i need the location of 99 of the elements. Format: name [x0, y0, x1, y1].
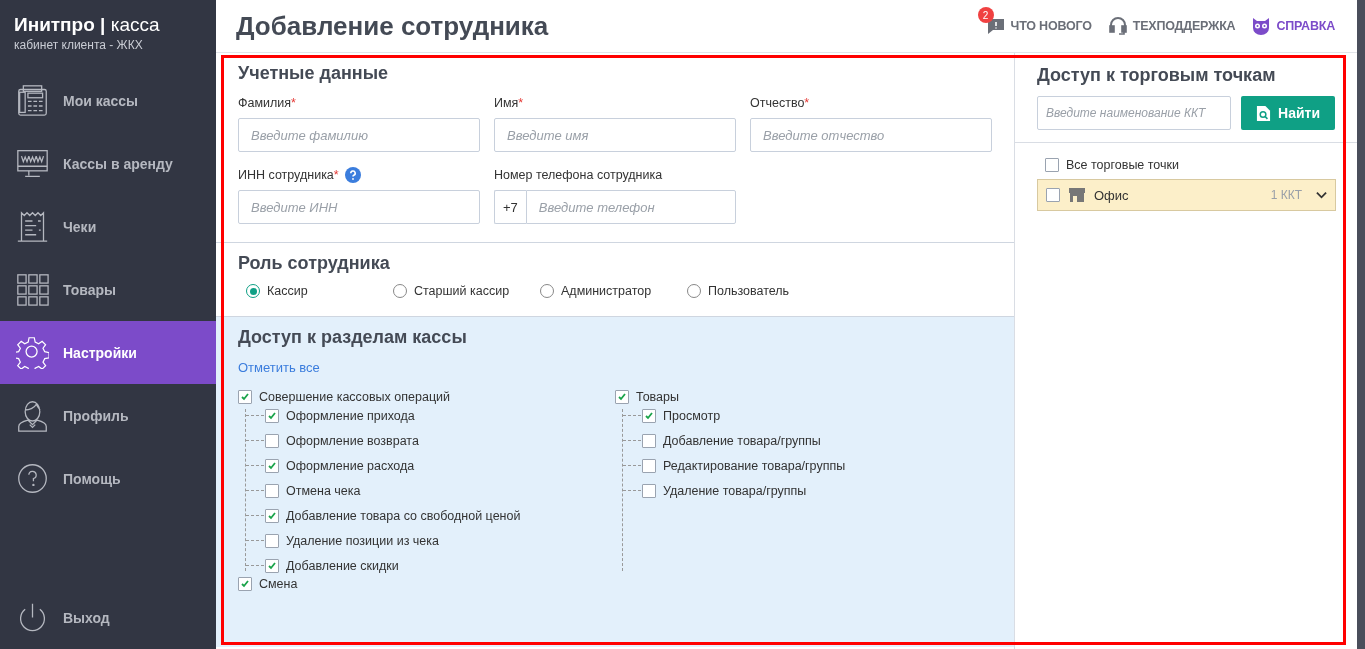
checkmark-icon: [617, 391, 627, 402]
radio-option[interactable]: Старший кассир: [393, 284, 540, 298]
store-count: 1 ККТ: [1270, 188, 1302, 202]
receipt-icon: [16, 210, 49, 243]
checkbox[interactable]: [642, 483, 656, 498]
page-title: Добавление сотрудника: [236, 10, 549, 42]
checkbox[interactable]: [1045, 158, 1059, 172]
checkbox-label: Добавление скидки: [286, 558, 399, 573]
checkbox[interactable]: [265, 508, 279, 523]
input-field[interactable]: Введите ИНН: [238, 190, 480, 224]
input-field[interactable]: Введите отчество: [750, 118, 992, 152]
radio-option[interactable]: Кассир: [246, 284, 393, 298]
checkbox[interactable]: [265, 433, 279, 448]
section-title: Доступ к разделам кассы: [238, 327, 468, 348]
help-icon: [16, 462, 49, 495]
checkbox[interactable]: [642, 433, 656, 448]
checkbox-label: Редактирование товара/группы: [663, 458, 846, 473]
telephone-icon: [16, 84, 49, 117]
checkmark-icon: [240, 391, 250, 402]
checkbox[interactable]: [265, 408, 279, 423]
checkbox-label: Удаление позиции из чека: [286, 533, 439, 548]
owl-icon: [1251, 16, 1272, 36]
field-label: Номер телефона сотрудника: [494, 168, 663, 182]
radio-label: Старший кассир: [414, 284, 510, 298]
nav-item[interactable]: Настройки: [0, 321, 216, 384]
checkbox[interactable]: [265, 483, 279, 498]
checkmark-icon: [644, 410, 654, 421]
field-label: ИНН сотрудника*: [238, 168, 339, 182]
notification-badge: 2: [977, 7, 994, 23]
store-row[interactable]: Офис 1 ККТ: [1037, 179, 1336, 211]
section-title: Роль сотрудника: [238, 253, 391, 274]
radio-button[interactable]: [687, 284, 701, 298]
select-all-link[interactable]: Отметить все: [238, 360, 320, 375]
store-name: Офис: [1094, 187, 1130, 203]
checkbox-label: Удаление товара/группы: [663, 483, 807, 498]
checkbox-label: Совершение кассовых операций: [259, 389, 450, 404]
monitor-icon: [16, 147, 49, 180]
input-field[interactable]: Введите телефон: [525, 190, 736, 224]
checkbox-label: Смена: [259, 576, 298, 591]
radio-label: Пользователь: [708, 284, 790, 298]
checkbox-label: Оформление расхода: [286, 458, 415, 473]
checkbox[interactable]: [265, 458, 279, 473]
section-title: Учетные данные: [238, 63, 390, 84]
checkbox[interactable]: [642, 408, 656, 423]
nav-item[interactable]: Мои кассы: [0, 69, 216, 132]
checkbox-label: Все торговые точки: [1066, 158, 1179, 172]
checkbox[interactable]: [265, 533, 279, 548]
logo: Инитпро | касса: [13, 13, 161, 36]
radio-label: Администратор: [561, 284, 652, 298]
radio-option[interactable]: Пользователь: [687, 284, 834, 298]
checkbox-label: Добавление товара/группы: [663, 433, 821, 448]
checkbox-label: Оформление возврата: [286, 433, 419, 448]
checkbox[interactable]: [238, 389, 252, 404]
checkbox[interactable]: [238, 576, 252, 591]
checkmark-icon: [267, 560, 277, 571]
checkbox-label: Оформление прихода: [286, 408, 415, 423]
checkmark-icon: [267, 510, 277, 521]
checkbox-label: Отмена чека: [286, 483, 361, 498]
checkbox[interactable]: [615, 389, 629, 404]
radio-button[interactable]: [246, 284, 260, 298]
field-label: Имя*: [494, 96, 524, 110]
search-field[interactable]: Введите наименование ККТ: [1037, 96, 1231, 130]
checkbox-label: Просмотр: [663, 408, 721, 423]
radio-option[interactable]: Администратор: [540, 284, 687, 298]
field-label: Отчество*: [750, 96, 810, 110]
logout-item[interactable]: Выход: [0, 586, 216, 649]
nav-item[interactable]: Помощь: [0, 447, 216, 510]
checkbox[interactable]: [265, 558, 279, 573]
grid-icon: [16, 273, 49, 306]
header-link[interactable]: СПРАВКА: [1251, 16, 1335, 36]
nav-item[interactable]: Чеки: [0, 195, 216, 258]
radio-label: Кассир: [267, 284, 308, 298]
checkmark-icon: [240, 578, 250, 589]
nav-item[interactable]: Профиль: [0, 384, 216, 447]
nav-item[interactable]: Кассы в аренду: [0, 132, 216, 195]
header-link[interactable]: ТЕХПОДДЕРЖКА: [1107, 16, 1236, 36]
checkmark-icon: [267, 410, 277, 421]
settings-icon: [16, 336, 49, 369]
person-icon: [16, 399, 49, 432]
section-title: Доступ к торговым точкам: [1037, 65, 1277, 86]
logo-subtitle: кабинет клиента - ЖКХ: [13, 37, 144, 54]
checkbox-label: Товары: [636, 389, 679, 404]
headset-icon: [1107, 16, 1128, 36]
checkmark-icon: [267, 460, 277, 471]
nav-item[interactable]: Товары: [0, 258, 216, 321]
input-field[interactable]: Введите имя: [494, 118, 736, 152]
checkbox-label: Добавление товара со свободной ценой: [286, 508, 521, 523]
radio-button[interactable]: [393, 284, 407, 298]
search-button[interactable]: Найти: [1241, 96, 1335, 130]
store-icon: [1068, 187, 1086, 203]
radio-button[interactable]: [540, 284, 554, 298]
checkbox[interactable]: [1046, 188, 1060, 202]
phone-prefix: +7: [494, 190, 526, 224]
field-label: Фамилия*: [238, 96, 296, 110]
search-icon: [1256, 104, 1271, 122]
input-field[interactable]: Введите фамилию: [238, 118, 480, 152]
chevron-down-icon: [1316, 191, 1327, 199]
checkbox[interactable]: [642, 458, 656, 473]
scrollbar[interactable]: [1357, 0, 1365, 649]
